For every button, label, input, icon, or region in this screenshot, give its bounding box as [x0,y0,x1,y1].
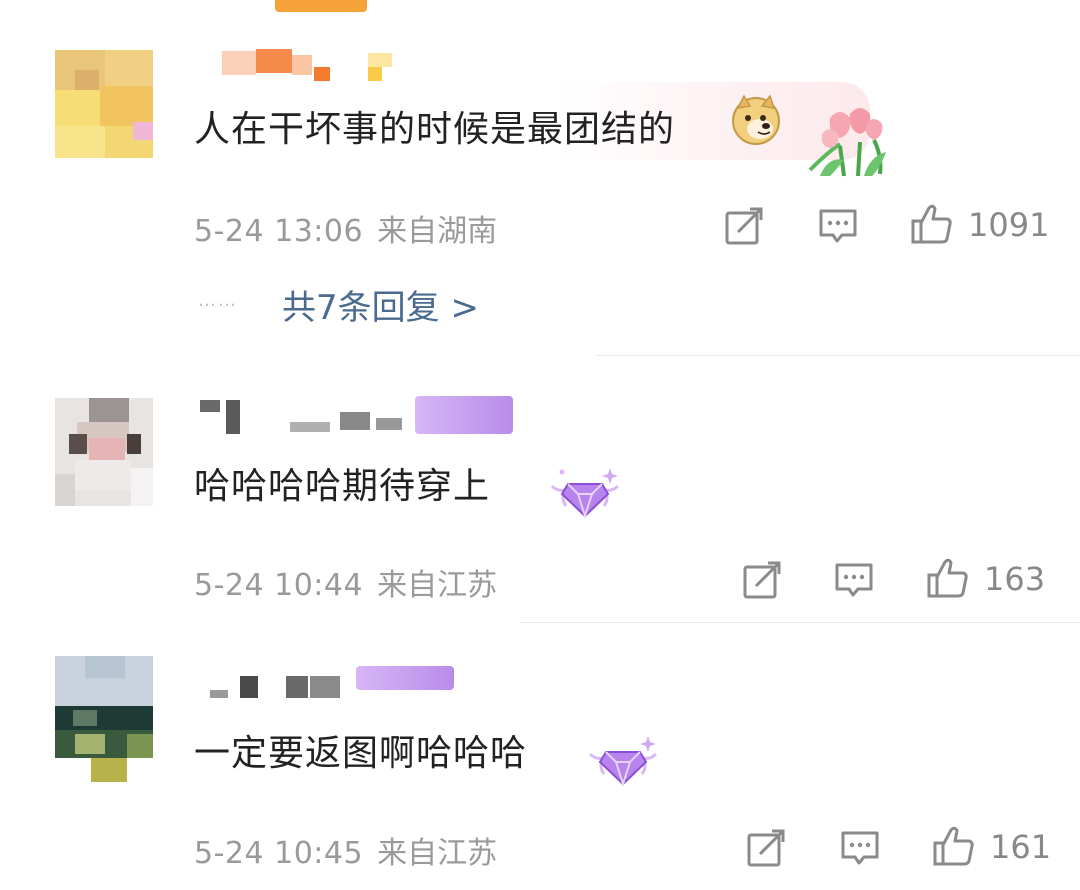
comment-date: 5-24 10:45 [194,836,364,871]
comment-item: 5-24 10:45 来自江苏 161 [0,626,1080,890]
member-badge [356,666,454,690]
comment-icon[interactable] [818,206,858,246]
avatar[interactable] [55,50,153,158]
thumbs-up-icon[interactable] [926,556,970,600]
comment-date: 5-24 10:44 [194,568,364,603]
comment-meta: 5-24 10:44 来自江苏 [194,560,497,604]
like-count: 163 [984,560,1046,598]
comment-list-page: 人在干坏事的时候是最团结的 5-24 13:06 来自湖南 1091 …… 共7… [0,0,1080,890]
share-icon[interactable] [746,828,786,868]
comment-text: 一定要返图啊哈哈哈 [194,733,528,774]
thumbs-up-icon[interactable] [932,824,976,868]
comment-text: 人在干坏事的时候是最团结的 [194,109,676,150]
view-replies-link[interactable]: 共7条回复 > [282,280,479,329]
comment-item: 人在干坏事的时候是最团结的 5-24 13:06 来自湖南 1091 …… 共7… [0,0,1080,345]
share-icon[interactable] [742,560,782,600]
username[interactable] [222,45,412,85]
comment-location: 来自江苏 [377,836,498,871]
comment-date: 5-24 13:06 [194,214,364,249]
like-count: 1091 [968,206,1050,244]
thumbs-up-icon[interactable] [910,202,954,246]
comment-location: 来自江苏 [377,568,498,603]
comment-item: 5-24 10:44 来自江苏 163 [0,358,1080,620]
tulip-icon [808,108,886,177]
comment-meta: 5-24 10:45 来自江苏 [194,828,497,872]
comment-meta: 5-24 13:06 来自湖南 [194,206,497,250]
divider [520,622,1080,623]
member-badge [415,396,513,434]
share-icon[interactable] [724,206,764,246]
avatar[interactable] [55,398,153,506]
comment-icon[interactable] [834,560,874,600]
comment-icon[interactable] [840,828,880,868]
like-count: 161 [990,828,1052,866]
purple-diamond-badge [550,468,620,520]
comment-text: 哈哈哈哈期待穿上 [194,466,491,507]
purple-diamond-badge [588,736,658,788]
avatar[interactable] [55,656,153,784]
comment-location: 来自湖南 [377,214,498,249]
reply-dots: …… [198,290,238,311]
divider [596,355,1080,356]
doge-icon [732,94,780,145]
